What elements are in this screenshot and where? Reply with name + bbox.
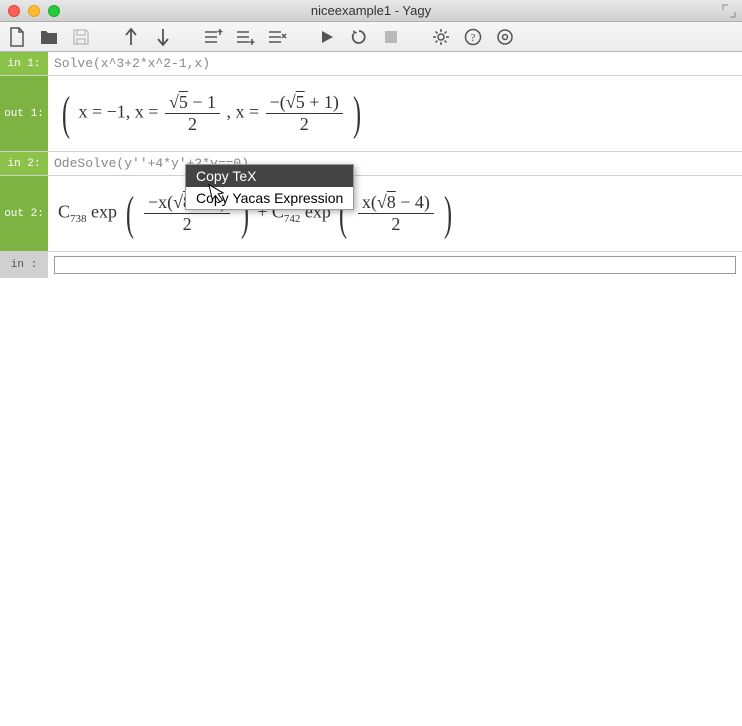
gutter-in-1: in 1: bbox=[0, 52, 48, 75]
insert-below-button[interactable] bbox=[232, 25, 258, 49]
toolbar: ? bbox=[0, 22, 742, 52]
run-button[interactable] bbox=[314, 25, 340, 49]
titlebar: niceexample1 - Yagy bbox=[0, 0, 742, 22]
cell-out-2: out 2: C738 exp ( −x(√8 + 4) 2 ) + C742 … bbox=[0, 175, 742, 251]
delete-cell-button[interactable] bbox=[264, 25, 290, 49]
notebook-content: in 1: Solve(x^3+2*x^2-1,x) out 1: ( x = … bbox=[0, 52, 742, 278]
gutter-out-2: out 2: bbox=[0, 176, 48, 251]
gutter-in-2: in 2: bbox=[0, 152, 48, 175]
window-title: niceexample1 - Yagy bbox=[311, 3, 431, 18]
save-button[interactable] bbox=[68, 25, 94, 49]
gutter-in-blank: in : bbox=[0, 252, 48, 278]
new-file-button[interactable] bbox=[4, 25, 30, 49]
arrow-down-button[interactable] bbox=[150, 25, 176, 49]
svg-text:?: ? bbox=[471, 32, 476, 44]
reload-button[interactable] bbox=[346, 25, 372, 49]
zoom-button[interactable] bbox=[48, 5, 60, 17]
cell-body-out-1[interactable]: ( x = −1, x = √5 − 1 2 , x = −(√5 + 1) 2… bbox=[48, 76, 742, 151]
insert-above-button[interactable] bbox=[200, 25, 226, 49]
minimize-button[interactable] bbox=[28, 5, 40, 17]
settings-button[interactable] bbox=[428, 25, 454, 49]
stop-button[interactable] bbox=[378, 25, 404, 49]
help-button[interactable]: ? bbox=[460, 25, 486, 49]
code-in-1: Solve(x^3+2*x^2-1,x) bbox=[54, 56, 210, 71]
cell-out-1: out 1: ( x = −1, x = √5 − 1 2 , x = −(√5… bbox=[0, 75, 742, 151]
arrow-up-button[interactable] bbox=[118, 25, 144, 49]
blank-input[interactable] bbox=[54, 256, 736, 274]
cell-in-1: in 1: Solve(x^3+2*x^2-1,x) bbox=[0, 52, 742, 75]
math-out-1: ( x = −1, x = √5 − 1 2 , x = −(√5 + 1) 2… bbox=[54, 80, 369, 147]
fullscreen-icon[interactable] bbox=[722, 4, 736, 18]
cell-body-in-2[interactable]: OdeSolve(y''+4*y'+2*y==0) bbox=[48, 152, 742, 175]
cell-body-in-blank bbox=[48, 252, 742, 278]
open-file-button[interactable] bbox=[36, 25, 62, 49]
close-button[interactable] bbox=[8, 5, 20, 17]
cell-in-2: in 2: OdeSolve(y''+4*y'+2*y==0) bbox=[0, 151, 742, 175]
cell-body-out-2[interactable]: C738 exp ( −x(√8 + 4) 2 ) + C742 exp ( x… bbox=[48, 176, 742, 251]
cell-body-in-1[interactable]: Solve(x^3+2*x^2-1,x) bbox=[48, 52, 742, 75]
traffic-lights bbox=[0, 5, 60, 17]
cell-in-blank: in : bbox=[0, 251, 742, 278]
target-button[interactable] bbox=[492, 25, 518, 49]
gutter-out-1: out 1: bbox=[0, 76, 48, 151]
